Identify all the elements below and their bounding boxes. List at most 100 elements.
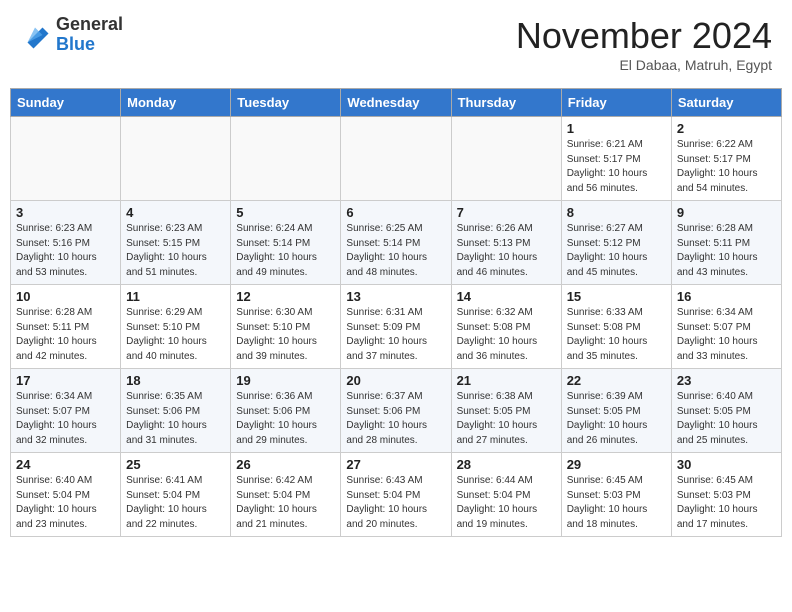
- calendar-cell: 3Sunrise: 6:23 AM Sunset: 5:16 PM Daylig…: [11, 201, 121, 285]
- logo-blue: Blue: [56, 35, 123, 55]
- day-number: 11: [126, 289, 225, 304]
- day-info: Sunrise: 6:40 AM Sunset: 5:05 PM Dayligh…: [677, 390, 776, 448]
- day-number: 18: [126, 373, 225, 388]
- calendar-cell: 29 Sunrise: 6:45 AM Sunset: 5:03 PM Dayli…: [561, 453, 671, 537]
- calendar-cell: 26 Sunrise: 6:42 AM Sunset: 5:04 PM Dayli…: [231, 453, 341, 537]
- calendar-cell: 22 Sunrise: 6:39 AM Sunset: 5:05 PM Dayli…: [561, 369, 671, 453]
- day-number: 27: [346, 457, 445, 472]
- day-info: Sunrise: 6:43 AM Sunset: 5:04 PM Dayligh…: [346, 474, 445, 532]
- day-number: 9: [677, 205, 776, 220]
- calendar-cell: 10Sunrise: 6:28 AM Sunset: 5:11 PM Dayli…: [11, 285, 121, 369]
- day-number: 14: [457, 289, 556, 304]
- day-info: Sunrise: 6:32 AM Sunset: 5:08 PM Dayligh…: [457, 306, 556, 364]
- calendar-table: SundayMondayTuesdayWednesdayThursdayFrid…: [10, 88, 782, 537]
- day-info: Sunrise: 6:23 AM Sunset: 5:16 PM Dayligh…: [16, 222, 115, 280]
- day-number: 2: [677, 121, 776, 136]
- calendar-cell: 12 Sunrise: 6:30 AM Sunset: 5:10 PM Dayli…: [231, 285, 341, 369]
- day-info: Sunrise: 6:41 AM Sunset: 5:04 PM Dayligh…: [126, 474, 225, 532]
- day-number: 19: [236, 373, 335, 388]
- calendar-cell: 7 Sunrise: 6:26 AM Sunset: 5:13 PM Daylig…: [451, 201, 561, 285]
- calendar-cell: 13 Sunrise: 6:31 AM Sunset: 5:09 PM Dayli…: [341, 285, 451, 369]
- day-number: 6: [346, 205, 445, 220]
- calendar-cell: 5Sunrise: 6:24 AM Sunset: 5:14 PM Daylig…: [231, 201, 341, 285]
- weekday-header-monday: Monday: [121, 89, 231, 117]
- day-info: Sunrise: 6:29 AM Sunset: 5:10 PM Dayligh…: [126, 306, 225, 364]
- calendar-cell: 15 Sunrise: 6:33 AM Sunset: 5:08 PM Dayli…: [561, 285, 671, 369]
- day-number: 30: [677, 457, 776, 472]
- day-number: 26: [236, 457, 335, 472]
- calendar-cell: 19 Sunrise: 6:36 AM Sunset: 5:06 PM Dayli…: [231, 369, 341, 453]
- month-title: November 2024: [516, 15, 772, 57]
- day-info: Sunrise: 6:37 AM Sunset: 5:06 PM Dayligh…: [346, 390, 445, 448]
- calendar-cell: 9 Sunrise: 6:28 AM Sunset: 5:11 PM Daylig…: [671, 201, 781, 285]
- calendar-week-row: 24Sunrise: 6:40 AM Sunset: 5:04 PM Dayli…: [11, 453, 782, 537]
- day-info: Sunrise: 6:39 AM Sunset: 5:05 PM Dayligh…: [567, 390, 666, 448]
- calendar-cell: 11 Sunrise: 6:29 AM Sunset: 5:10 PM Dayli…: [121, 285, 231, 369]
- page-header: General Blue November 2024 El Dabaa, Mat…: [10, 10, 782, 78]
- location-subtitle: El Dabaa, Matruh, Egypt: [516, 57, 772, 73]
- day-info: Sunrise: 6:34 AM Sunset: 5:07 PM Dayligh…: [677, 306, 776, 364]
- day-info: Sunrise: 6:26 AM Sunset: 5:13 PM Dayligh…: [457, 222, 556, 280]
- calendar-cell: 2 Sunrise: 6:22 AM Sunset: 5:17 PM Daylig…: [671, 117, 781, 201]
- day-number: 8: [567, 205, 666, 220]
- calendar-week-row: 17 Sunrise: 6:34 AM Sunset: 5:07 PM Dayli…: [11, 369, 782, 453]
- day-info: Sunrise: 6:21 AM Sunset: 5:17 PM Dayligh…: [567, 138, 666, 196]
- weekday-header-wednesday: Wednesday: [341, 89, 451, 117]
- weekday-header-saturday: Saturday: [671, 89, 781, 117]
- weekday-header-sunday: Sunday: [11, 89, 121, 117]
- calendar-cell: 6 Sunrise: 6:25 AM Sunset: 5:14 PM Daylig…: [341, 201, 451, 285]
- day-number: 20: [346, 373, 445, 388]
- calendar-cell: 23 Sunrise: 6:40 AM Sunset: 5:05 PM Dayli…: [671, 369, 781, 453]
- logo-text: General Blue: [56, 15, 123, 55]
- day-info: Sunrise: 6:27 AM Sunset: 5:12 PM Dayligh…: [567, 222, 666, 280]
- weekday-header-row: SundayMondayTuesdayWednesdayThursdayFrid…: [11, 89, 782, 117]
- day-number: 13: [346, 289, 445, 304]
- calendar-cell: 18 Sunrise: 6:35 AM Sunset: 5:06 PM Dayli…: [121, 369, 231, 453]
- title-block: November 2024 El Dabaa, Matruh, Egypt: [516, 15, 772, 73]
- logo: General Blue: [20, 15, 123, 55]
- day-number: 16: [677, 289, 776, 304]
- calendar-week-row: 1 Sunrise: 6:21 AM Sunset: 5:17 PM Daylig…: [11, 117, 782, 201]
- day-number: 12: [236, 289, 335, 304]
- weekday-header-friday: Friday: [561, 89, 671, 117]
- calendar-cell: 20 Sunrise: 6:37 AM Sunset: 5:06 PM Dayli…: [341, 369, 451, 453]
- day-number: 21: [457, 373, 556, 388]
- day-info: Sunrise: 6:28 AM Sunset: 5:11 PM Dayligh…: [16, 306, 115, 364]
- day-number: 25: [126, 457, 225, 472]
- day-number: 7: [457, 205, 556, 220]
- calendar-cell: 25 Sunrise: 6:41 AM Sunset: 5:04 PM Dayli…: [121, 453, 231, 537]
- calendar-cell: 27 Sunrise: 6:43 AM Sunset: 5:04 PM Dayli…: [341, 453, 451, 537]
- day-info: Sunrise: 6:34 AM Sunset: 5:07 PM Dayligh…: [16, 390, 115, 448]
- day-number: 4: [126, 205, 225, 220]
- day-info: Sunrise: 6:24 AM Sunset: 5:14 PM Dayligh…: [236, 222, 335, 280]
- day-info: Sunrise: 6:33 AM Sunset: 5:08 PM Dayligh…: [567, 306, 666, 364]
- logo-icon: [20, 20, 50, 50]
- day-number: 29: [567, 457, 666, 472]
- logo-general: General: [56, 15, 123, 35]
- day-info: Sunrise: 6:45 AM Sunset: 5:03 PM Dayligh…: [567, 474, 666, 532]
- calendar-week-row: 10Sunrise: 6:28 AM Sunset: 5:11 PM Dayli…: [11, 285, 782, 369]
- day-number: 15: [567, 289, 666, 304]
- day-info: Sunrise: 6:31 AM Sunset: 5:09 PM Dayligh…: [346, 306, 445, 364]
- day-info: Sunrise: 6:25 AM Sunset: 5:14 PM Dayligh…: [346, 222, 445, 280]
- day-info: Sunrise: 6:36 AM Sunset: 5:06 PM Dayligh…: [236, 390, 335, 448]
- day-info: Sunrise: 6:45 AM Sunset: 5:03 PM Dayligh…: [677, 474, 776, 532]
- calendar-cell: [121, 117, 231, 201]
- day-number: 24: [16, 457, 115, 472]
- weekday-header-thursday: Thursday: [451, 89, 561, 117]
- calendar-cell: [451, 117, 561, 201]
- day-number: 22: [567, 373, 666, 388]
- day-info: Sunrise: 6:28 AM Sunset: 5:11 PM Dayligh…: [677, 222, 776, 280]
- calendar-cell: [231, 117, 341, 201]
- calendar-cell: 30 Sunrise: 6:45 AM Sunset: 5:03 PM Dayli…: [671, 453, 781, 537]
- day-number: 17: [16, 373, 115, 388]
- calendar-cell: [11, 117, 121, 201]
- day-number: 1: [567, 121, 666, 136]
- day-info: Sunrise: 6:22 AM Sunset: 5:17 PM Dayligh…: [677, 138, 776, 196]
- day-info: Sunrise: 6:42 AM Sunset: 5:04 PM Dayligh…: [236, 474, 335, 532]
- day-number: 28: [457, 457, 556, 472]
- day-info: Sunrise: 6:35 AM Sunset: 5:06 PM Dayligh…: [126, 390, 225, 448]
- day-number: 23: [677, 373, 776, 388]
- calendar-cell: 1 Sunrise: 6:21 AM Sunset: 5:17 PM Daylig…: [561, 117, 671, 201]
- day-info: Sunrise: 6:30 AM Sunset: 5:10 PM Dayligh…: [236, 306, 335, 364]
